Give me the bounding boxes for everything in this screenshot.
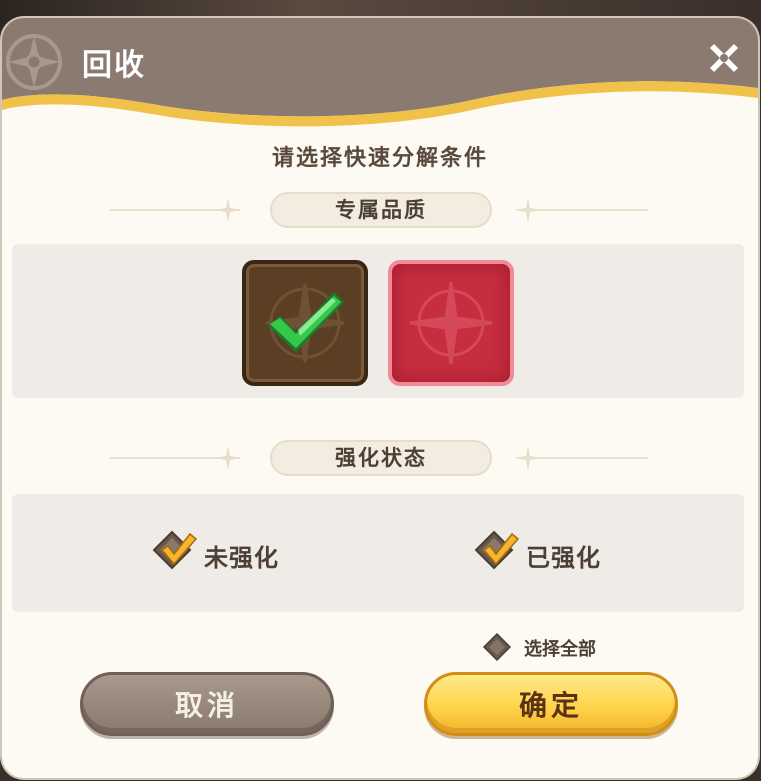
unenhanced-label: 未强化 [204,544,279,572]
quality-tile-red[interactable] [388,260,514,386]
sparkle-icon [214,446,242,474]
divider-right [520,209,648,211]
recycle-dialog: 回收 请选择快速分解条件 专属品质 强化状态 未强化 已强化 选择全部 取消 确… [2,18,758,778]
dialog-header: 回收 [2,18,758,128]
quality-heading: 专属品质 [270,192,492,228]
divider-right [520,457,648,459]
quality-section-header: 专属品质 [2,190,758,230]
select-all-label: 选择全部 [524,639,596,660]
dialog-subtitle: 请选择快速分解条件 [271,146,488,171]
quality-panel [12,244,744,398]
sparkle-icon [214,198,242,226]
sparkle-icon [514,446,542,474]
close-button[interactable] [704,38,744,78]
compass-emblem-icon [4,32,64,92]
checkbox-unchecked-icon [482,632,512,666]
confirm-button[interactable]: 确定 [424,672,678,736]
enhance-heading: 强化状态 [270,440,492,476]
enhanced-label: 已强化 [526,544,601,572]
enhance-section-header: 强化状态 [2,438,758,478]
sparkle-icon [514,198,542,226]
dialog-title: 回收 [82,48,146,83]
checkbox-checked-icon [150,528,200,582]
enhance-panel: 未强化 已强化 [12,494,744,612]
checkbox-checked-icon [472,528,522,582]
cancel-button[interactable]: 取消 [80,672,334,736]
quality-tile-brown[interactable] [242,260,368,386]
